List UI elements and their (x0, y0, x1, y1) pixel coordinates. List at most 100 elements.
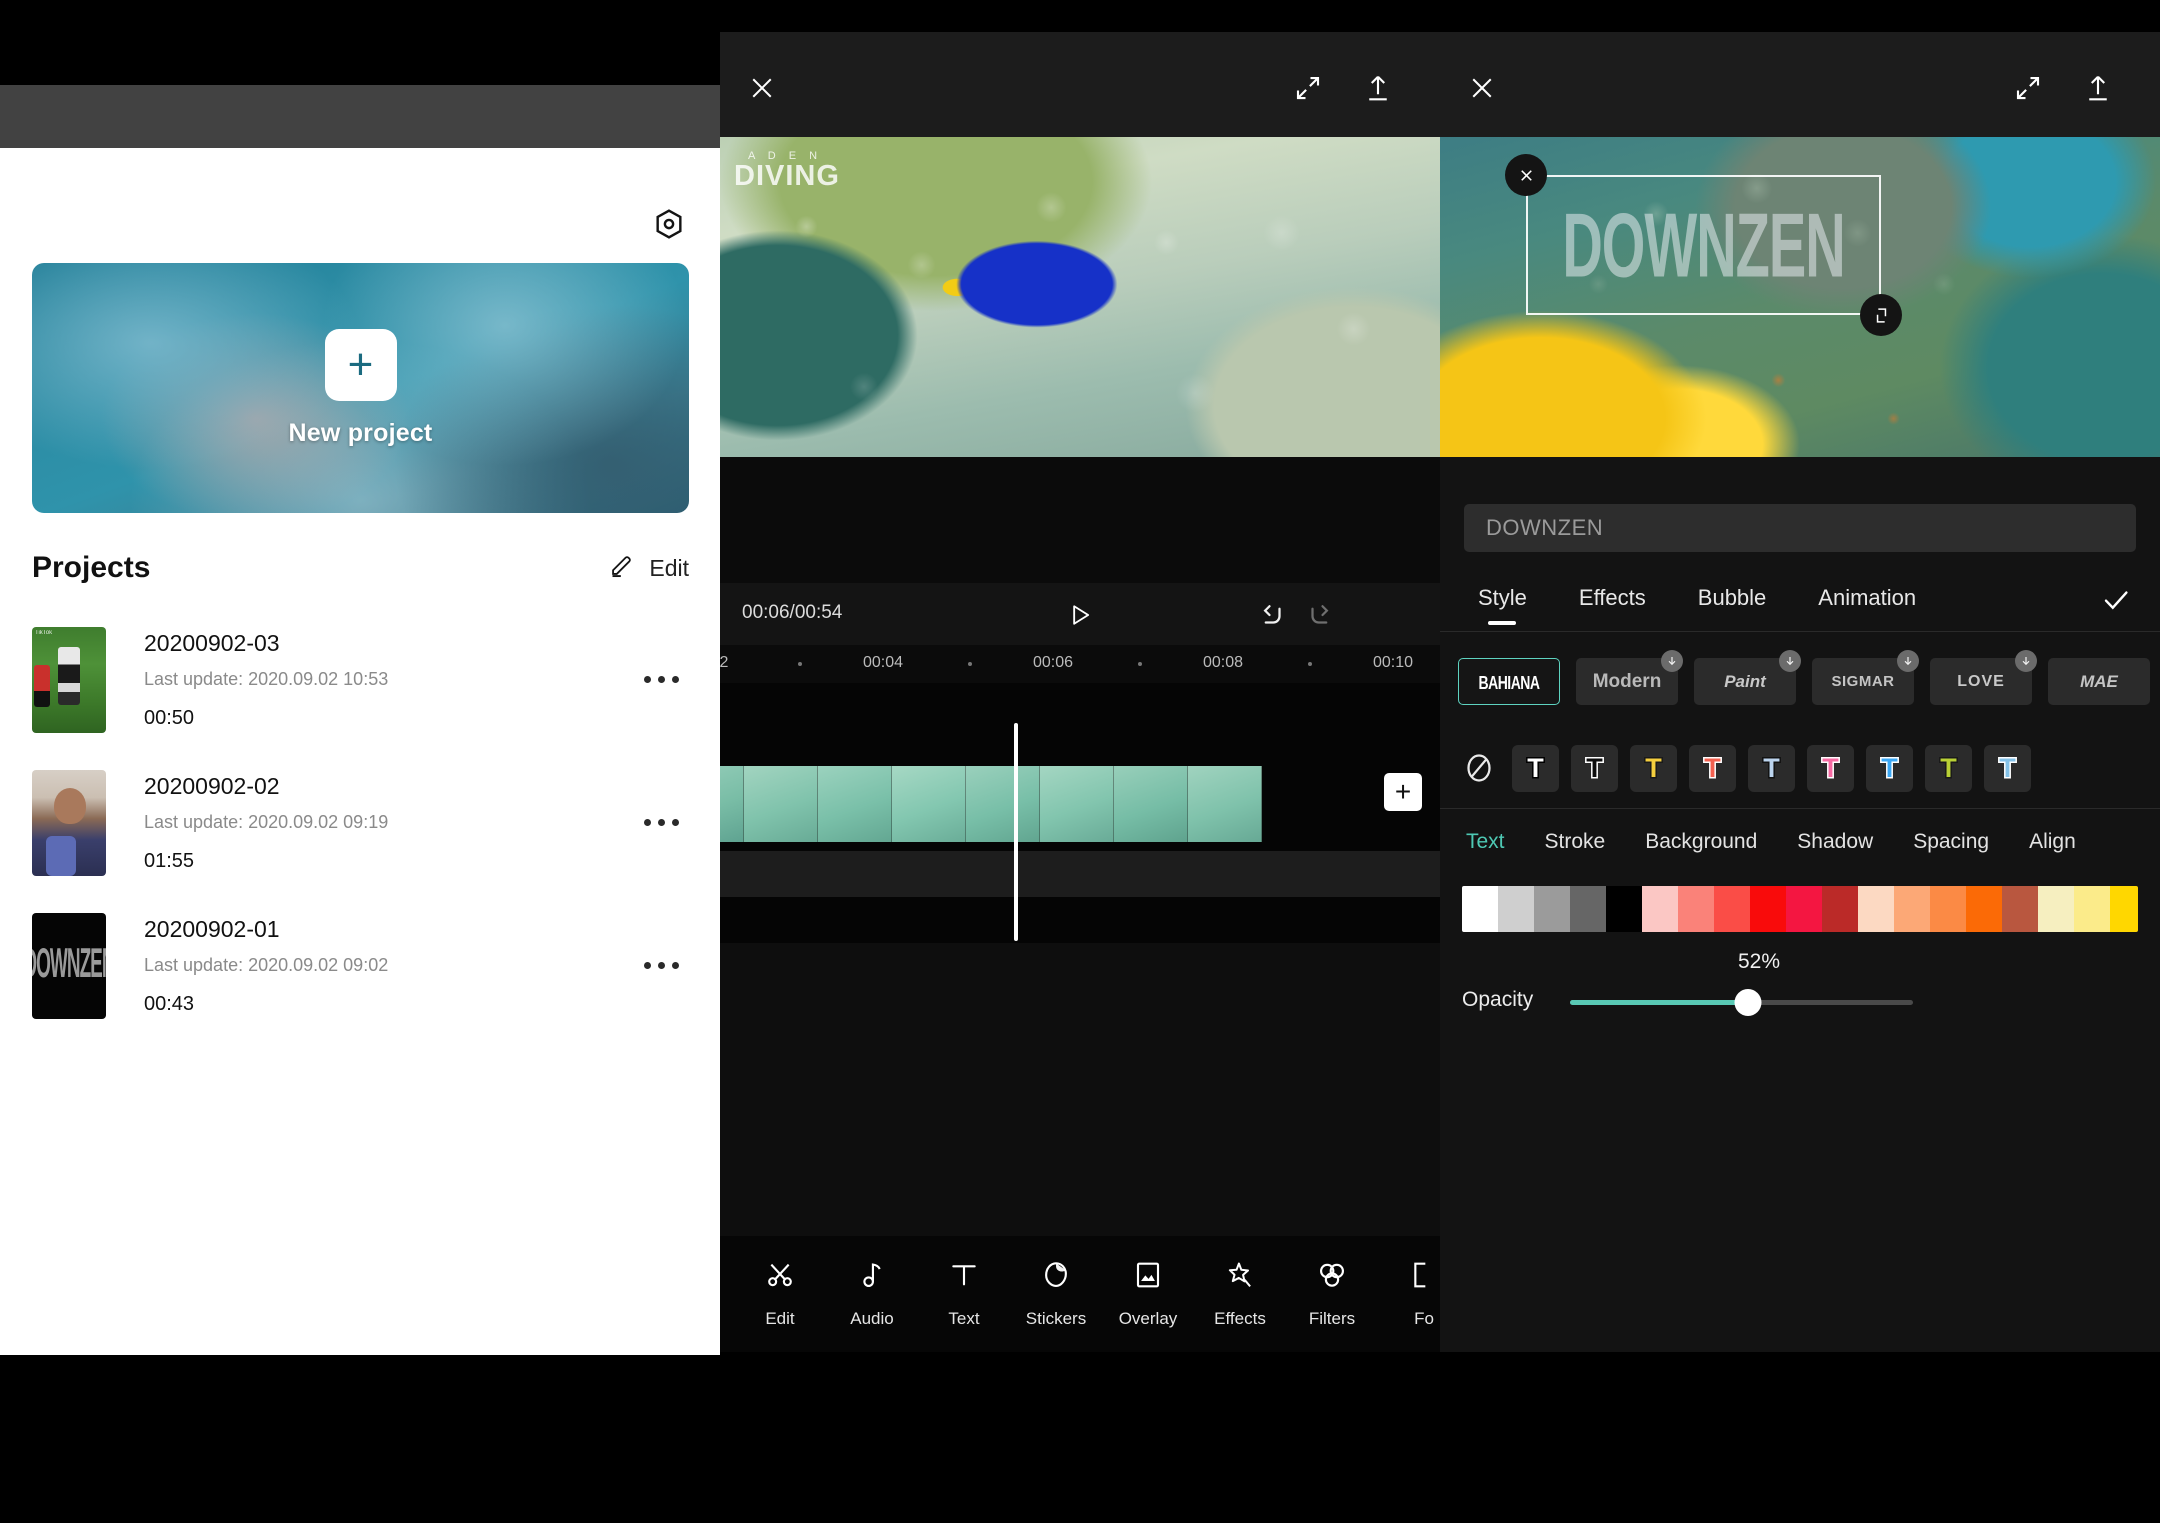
text-style-pink[interactable]: T (1807, 744, 1854, 792)
color-swatch[interactable] (1462, 886, 1498, 932)
tab-style[interactable]: Style (1478, 585, 1527, 617)
video-preview[interactable]: A D E N DIVING (720, 137, 1440, 457)
project-name: 20200902-01 (144, 915, 280, 942)
tool-effects[interactable]: Effects (1194, 1259, 1286, 1329)
tab-animation[interactable]: Animation (1818, 585, 1916, 617)
text-style-green[interactable]: T (1925, 744, 1972, 792)
resize-text-handle[interactable] (1860, 294, 1902, 336)
watermark-main-text: DIVING (734, 160, 840, 192)
color-swatch[interactable] (2038, 886, 2074, 932)
expand-icon[interactable] (1288, 68, 1328, 108)
text-style-blue[interactable]: T (1866, 744, 1913, 792)
text-overlay-preview[interactable]: DOWNZEN (1440, 137, 2160, 457)
opacity-slider-fill (1570, 1000, 1749, 1005)
timeline-ruler[interactable]: 2 00:04 00:06 00:08 00:10 (720, 645, 1440, 683)
subtab-spacing[interactable]: Spacing (1913, 830, 1989, 854)
new-project-button[interactable]: + New project (32, 263, 689, 513)
color-swatch[interactable] (1966, 886, 2002, 932)
tool-audio[interactable]: Audio (826, 1259, 918, 1329)
project-more-button[interactable] (634, 653, 688, 707)
tool-edit[interactable]: Edit (734, 1259, 826, 1329)
opacity-slider-knob[interactable] (1734, 989, 1762, 1016)
subtab-background[interactable]: Background (1645, 830, 1757, 854)
text-input[interactable]: DOWNZEN (1464, 504, 2136, 552)
secondary-track[interactable] (720, 851, 1440, 897)
edit-projects-button[interactable]: Edit (608, 552, 689, 584)
font-chip-paint[interactable]: Paint (1694, 650, 1801, 705)
project-more-button[interactable] (634, 939, 688, 993)
color-swatch[interactable] (1786, 886, 1822, 932)
tab-effects[interactable]: Effects (1579, 585, 1646, 617)
opacity-slider[interactable] (1570, 989, 1913, 1016)
close-icon[interactable] (1462, 68, 1502, 108)
color-swatch[interactable] (2074, 886, 2110, 932)
playhead[interactable] (1014, 723, 1018, 941)
tool-format[interactable]: Fo (1378, 1259, 1440, 1329)
text-style-white[interactable]: T (1512, 744, 1559, 792)
tool-overlay[interactable]: Overlay (1102, 1259, 1194, 1329)
redo-icon[interactable] (1302, 597, 1338, 633)
download-icon (2015, 650, 2037, 672)
thumbnail-text: DOWNZEN (32, 941, 106, 988)
font-chip-sigmar[interactable]: SIGMAR (1812, 650, 1919, 705)
opacity-value: 52% (1738, 950, 1781, 973)
font-chip-modern[interactable]: Modern (1576, 650, 1683, 705)
color-swatch[interactable] (1714, 886, 1750, 932)
project-more-button[interactable] (634, 796, 688, 850)
color-swatch[interactable] (2110, 886, 2138, 932)
list-item[interactable]: 20200902-02 Last update: 2020.09.02 09:1… (0, 751, 720, 894)
font-chip-bahiana[interactable]: BAHIANA (1458, 658, 1560, 705)
text-style-red[interactable]: T (1689, 744, 1736, 792)
timeline-track-area[interactable]: + (720, 683, 1440, 943)
font-name: Modern (1592, 670, 1662, 692)
text-style-skyblue[interactable]: T (1984, 744, 2031, 792)
color-swatch[interactable] (1894, 886, 1930, 932)
color-swatch[interactable] (1570, 886, 1606, 932)
no-style-icon[interactable] (1458, 747, 1500, 789)
projects-home-panel: + New project Projects Edit TikTok 20200… (0, 0, 720, 1355)
list-item[interactable]: DOWNZEN 20200902-01 Last update: 2020.09… (0, 894, 720, 1037)
color-swatch-row[interactable] (1462, 886, 2138, 932)
tool-filters[interactable]: Filters (1286, 1259, 1378, 1329)
export-upload-icon[interactable] (2078, 68, 2118, 108)
font-chip-mae[interactable]: MAE (2048, 658, 2150, 705)
export-upload-icon[interactable] (1358, 68, 1398, 108)
text-style-lightblue[interactable]: T (1748, 744, 1795, 792)
delete-text-handle[interactable] (1505, 154, 1547, 196)
color-swatch[interactable] (1678, 886, 1714, 932)
subtab-align[interactable]: Align (2029, 830, 2076, 854)
expand-icon[interactable] (2008, 68, 2048, 108)
gear-icon[interactable] (646, 201, 692, 247)
check-icon[interactable] (2096, 580, 2136, 620)
edit-label: Edit (649, 554, 689, 581)
tool-stickers[interactable]: Stickers (1010, 1259, 1102, 1329)
subtab-text[interactable]: Text (1466, 830, 1505, 854)
font-chip-love[interactable]: LOVE (1930, 650, 2037, 705)
color-swatch[interactable] (2002, 886, 2038, 932)
color-swatch[interactable] (1606, 886, 1642, 932)
color-swatch[interactable] (1858, 886, 1894, 932)
list-item[interactable]: TikTok 20200902-03 Last update: 2020.09.… (0, 608, 720, 751)
color-swatch[interactable] (1750, 886, 1786, 932)
close-icon[interactable] (742, 68, 782, 108)
video-clip-strip[interactable] (720, 766, 1262, 842)
undo-icon[interactable] (1254, 597, 1290, 633)
subtab-shadow[interactable]: Shadow (1797, 830, 1873, 854)
color-swatch[interactable] (1642, 886, 1678, 932)
color-swatch[interactable] (1822, 886, 1858, 932)
color-swatch[interactable] (1498, 886, 1534, 932)
subtab-stroke[interactable]: Stroke (1545, 830, 1606, 854)
text-style-yellow[interactable]: T (1630, 744, 1677, 792)
play-icon[interactable] (1062, 597, 1098, 633)
add-clip-button[interactable]: + (1384, 773, 1422, 811)
color-swatch[interactable] (1534, 886, 1570, 932)
text-style-black[interactable]: T (1571, 744, 1618, 792)
font-name: MAE (2080, 671, 2118, 691)
tool-text[interactable]: Text (918, 1259, 1010, 1329)
text-bounding-box[interactable]: DOWNZEN (1526, 175, 1881, 315)
tool-label: Overlay (1118, 1309, 1178, 1328)
tab-bubble[interactable]: Bubble (1698, 585, 1767, 617)
text-style-list[interactable]: T T T T T T T T T (1440, 718, 2160, 802)
color-swatch[interactable] (1930, 886, 1966, 932)
font-list[interactable]: BAHIANA Modern Paint SIGMAR LOVE MAE (1440, 632, 2160, 718)
